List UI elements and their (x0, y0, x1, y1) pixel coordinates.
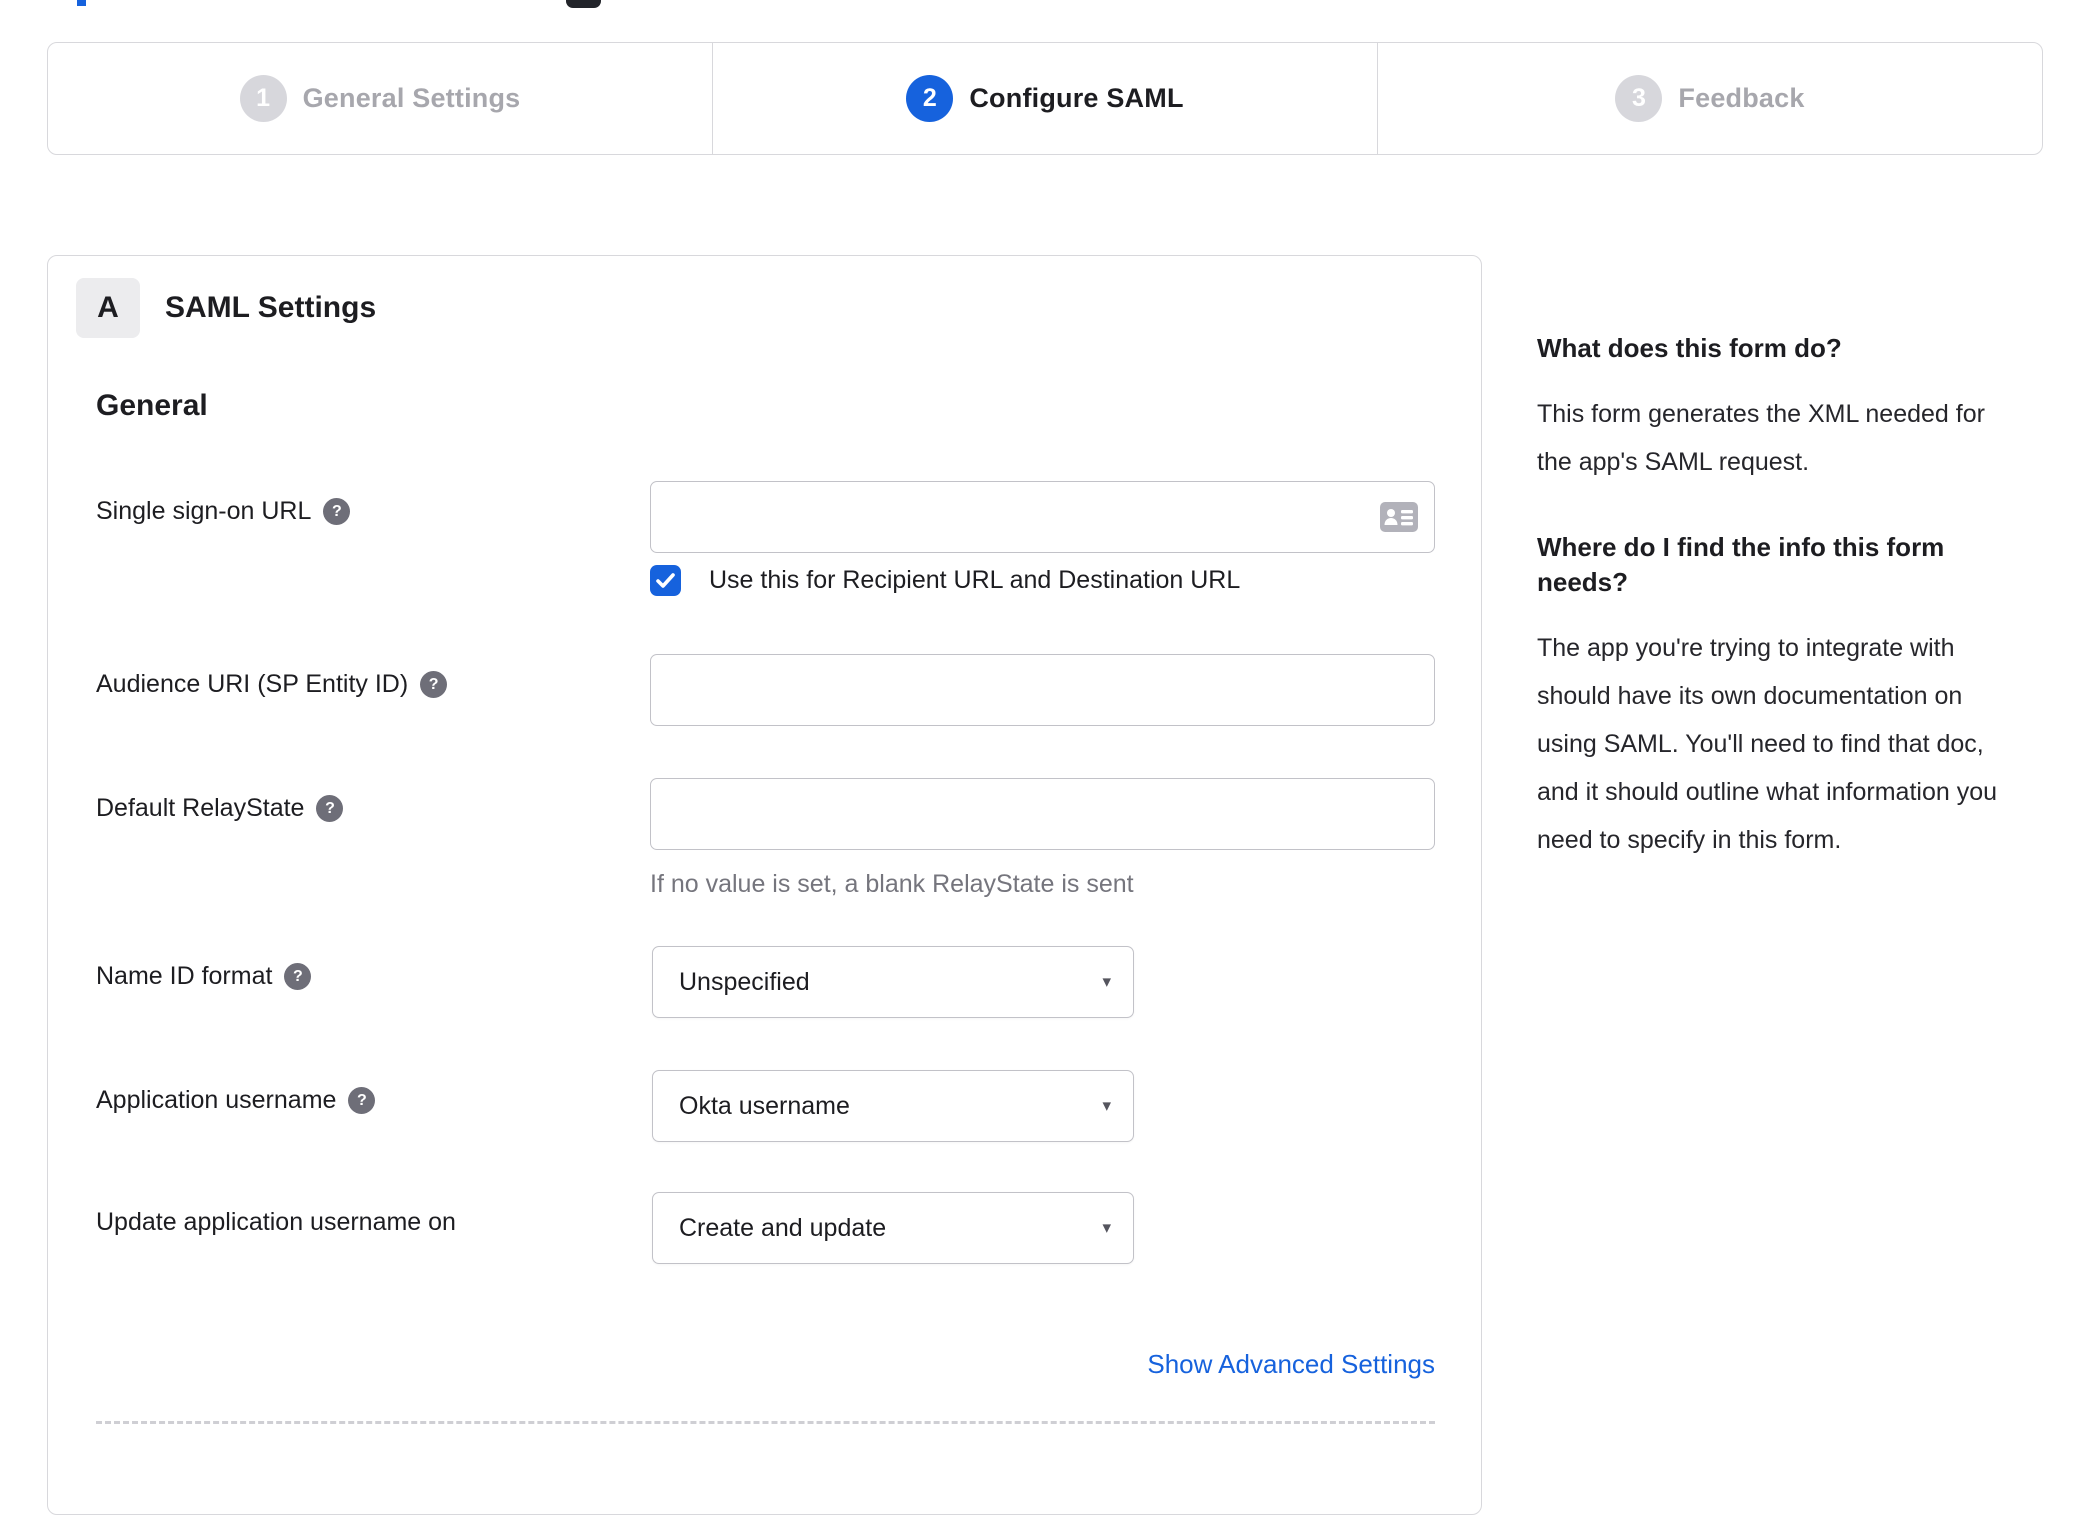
section-header: A SAML Settings (76, 278, 1435, 338)
recipient-url-checkbox-row: Use this for Recipient URL and Destinati… (650, 565, 1435, 596)
selected-value: Okta username (679, 1091, 850, 1120)
step-feedback[interactable]: 3 Feedback (1377, 43, 2042, 154)
default-relaystate-input[interactable] (651, 779, 1434, 849)
field-row-audience-uri: Audience URI (SP Entity ID) ? (96, 654, 1435, 726)
step-general-settings[interactable]: 1 General Settings (48, 43, 712, 154)
selected-value: Unspecified (679, 967, 810, 996)
contact-card-icon[interactable] (1380, 502, 1418, 532)
step-configure-saml[interactable]: 2 Configure SAML (712, 43, 1377, 154)
section-letter-badge: A (76, 278, 140, 338)
saml-settings-panel: A SAML Settings General Single sign-on U… (47, 255, 1482, 1515)
field-row-application-username: Application username ? Okta username ▾ (96, 1070, 1435, 1142)
general-group-heading: General (96, 389, 208, 422)
help-icon[interactable]: ? (284, 963, 312, 990)
selected-value: Create and update (679, 1213, 887, 1242)
field-row-update-application-username: Update application username on Create an… (96, 1192, 1435, 1264)
application-username-select[interactable]: Okta username ▾ (652, 1070, 1134, 1142)
chevron-down-icon: ▾ (1102, 1096, 1111, 1115)
update-application-username-label: Update application username on (96, 1208, 456, 1236)
step-label: Configure SAML (969, 83, 1184, 113)
sso-url-input[interactable] (651, 482, 1434, 552)
field-label: Application username ? (96, 1070, 652, 1115)
audience-uri-input[interactable] (651, 655, 1434, 725)
default-relaystate-label: Default RelayState (96, 794, 305, 822)
field-row-name-id-format: Name ID format ? Unspecified ▾ (96, 946, 1435, 1018)
chevron-down-icon: ▾ (1102, 1218, 1111, 1237)
field-label: Single sign-on URL ? (96, 481, 650, 526)
dashed-separator (96, 1421, 1435, 1424)
name-id-format-select[interactable]: Unspecified ▾ (652, 946, 1134, 1018)
field-label: Update application username on (96, 1192, 652, 1237)
step-label: General Settings (302, 83, 521, 113)
help-icon[interactable]: ? (348, 1087, 376, 1114)
recipient-url-checkbox-label[interactable]: Use this for Recipient URL and Destinati… (709, 566, 1240, 595)
cropped-dark-icon-fragment (566, 0, 601, 8)
field-label: Audience URI (SP Entity ID) ? (96, 654, 650, 699)
cropped-blue-fragment (77, 0, 86, 6)
field-row-sso-url: Single sign-on URL ? Use this for Recipi… (96, 481, 1435, 596)
sidebar-question-1: What does this form do? (1537, 333, 1842, 363)
field-label: Name ID format ? (96, 946, 652, 991)
recipient-url-checkbox[interactable] (650, 565, 681, 596)
field-label: Default RelayState ? (96, 778, 650, 823)
show-advanced-settings-link[interactable]: Show Advanced Settings (1147, 1349, 1435, 1379)
audience-uri-input-wrap (650, 654, 1435, 726)
help-sidebar: What does this form do? This form genera… (1537, 331, 2022, 864)
update-application-username-select[interactable]: Create and update ▾ (652, 1192, 1134, 1264)
sidebar-answer-1: This form generates the XML needed for t… (1537, 400, 1985, 477)
sidebar-answer-2: The app you're trying to integrate with … (1537, 634, 1998, 855)
relaystate-hint-text: If no value is set, a blank RelayState i… (650, 870, 1134, 898)
sidebar-question-2: Where do I find the info this form needs… (1537, 532, 1945, 598)
sso-url-label: Single sign-on URL (96, 497, 312, 525)
chevron-down-icon: ▾ (1102, 972, 1111, 991)
step-label: Feedback (1678, 83, 1805, 113)
help-icon[interactable]: ? (420, 671, 448, 698)
field-row-default-relaystate: Default RelayState ? If no value is set,… (96, 778, 1435, 899)
step-number-badge: 2 (906, 75, 954, 122)
audience-uri-label: Audience URI (SP Entity ID) (96, 670, 409, 698)
name-id-format-label: Name ID format (96, 962, 273, 990)
step-number-badge: 1 (239, 75, 287, 122)
step-number-badge: 3 (1615, 75, 1663, 122)
default-relaystate-input-wrap (650, 778, 1435, 850)
section-title: SAML Settings (165, 291, 377, 324)
wizard-stepper: 1 General Settings 2 Configure SAML 3 Fe… (47, 42, 2043, 155)
application-username-label: Application username (96, 1086, 337, 1114)
checkmark-icon (656, 573, 675, 588)
help-icon[interactable]: ? (323, 498, 351, 525)
sso-url-input-wrap (650, 481, 1435, 553)
help-icon[interactable]: ? (316, 795, 344, 822)
